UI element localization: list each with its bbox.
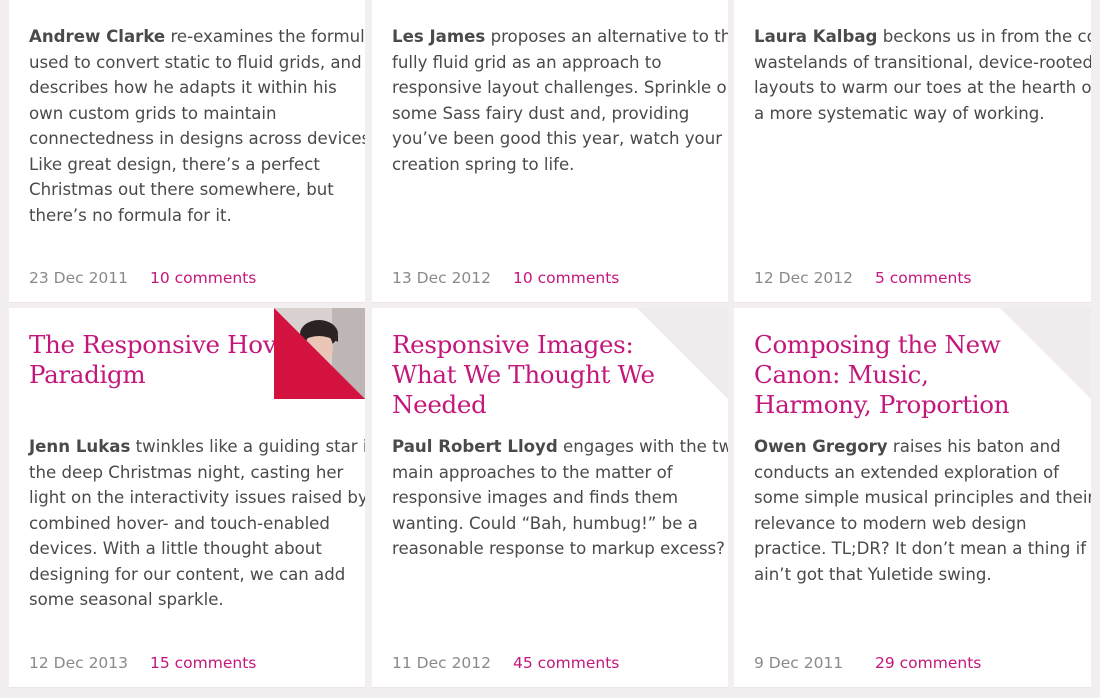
article-description: Owen Gregory raises his baton and conduc… <box>754 437 1091 584</box>
author-photo <box>274 308 365 399</box>
article-card: Les James proposes an alternative to the… <box>372 0 728 303</box>
article-date: 23 Dec 2011 <box>29 269 129 287</box>
article-meta: 12 Dec 2012 5 comments <box>754 268 972 288</box>
article-description: Jenn Lukas twinkles like a guiding star … <box>29 437 365 609</box>
article-description: Andrew Clarke re-examines the formula us… <box>29 27 365 225</box>
comments-link[interactable]: 45 comments <box>513 654 619 672</box>
article-date: 13 Dec 2012 <box>392 269 492 287</box>
article-card: Andrew Clarke re-examines the formula us… <box>9 0 365 303</box>
article-card: Composing the New Canon: Music, Harmony,… <box>734 308 1091 688</box>
comments-link[interactable]: 15 comments <box>150 654 256 672</box>
article-date: 12 Dec 2013 <box>29 654 129 672</box>
article-title[interactable]: The Responsive Hover Paradigm <box>29 330 302 390</box>
corner-fold-decoration <box>1000 308 1091 399</box>
article-title[interactable]: Responsive Images: What We Thought We Ne… <box>392 330 655 420</box>
article-author[interactable]: Owen Gregory <box>754 437 888 456</box>
comments-link[interactable]: 29 comments <box>875 654 981 672</box>
article-meta: 11 Dec 2012 45 comments <box>392 653 619 673</box>
comments-link[interactable]: 5 comments <box>875 269 972 287</box>
article-author[interactable]: Laura Kalbag <box>754 27 877 46</box>
article-date: 12 Dec 2012 <box>754 269 854 287</box>
article-description: Les James proposes an alternative to the… <box>392 27 728 174</box>
article-description: Laura Kalbag beckons us in from the cold… <box>754 27 1091 123</box>
article-meta: 9 Dec 2011 29 comments <box>754 653 981 673</box>
article-title[interactable]: Composing the New Canon: Music, Harmony,… <box>754 330 1010 420</box>
article-meta: 13 Dec 2012 10 comments <box>392 268 619 288</box>
article-author[interactable]: Paul Robert Lloyd <box>392 437 558 456</box>
article-card: Responsive Images: What We Thought We Ne… <box>372 308 728 688</box>
article-date: 11 Dec 2012 <box>392 654 492 672</box>
comments-link[interactable]: 10 comments <box>150 269 256 287</box>
article-date: 9 Dec 2011 <box>754 654 844 672</box>
article-author[interactable]: Andrew Clarke <box>29 27 165 46</box>
article-card: The Responsive Hover Paradigm Jenn Lukas… <box>9 308 365 688</box>
comments-link[interactable]: 10 comments <box>513 269 619 287</box>
article-card: Laura Kalbag beckons us in from the cold… <box>734 0 1091 303</box>
article-author[interactable]: Les James <box>392 27 485 46</box>
article-description: Paul Robert Lloyd engages with the two m… <box>392 437 728 558</box>
article-meta: 23 Dec 2011 10 comments <box>29 268 256 288</box>
article-meta: 12 Dec 2013 15 comments <box>29 653 256 673</box>
article-author[interactable]: Jenn Lukas <box>29 437 130 456</box>
